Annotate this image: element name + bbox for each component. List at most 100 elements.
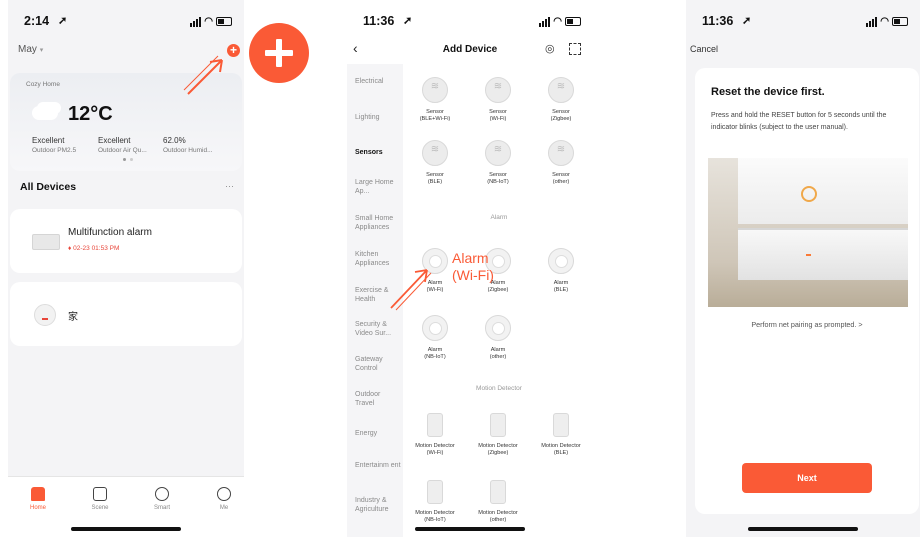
- tab-scene[interactable]: Scene: [80, 487, 120, 511]
- device-label: Sensor: [426, 172, 444, 178]
- device-label: Motion Detector: [541, 443, 581, 449]
- category-sensors[interactable]: Sensors: [355, 148, 401, 157]
- plus-vertical: [276, 39, 282, 67]
- status-bar: 2:14 ➚ ◠: [8, 14, 244, 34]
- weather-home-name: Cozy Home: [26, 81, 60, 88]
- device-sensor-ble-wifi[interactable]: Sensor(BLE+Wi-Fi): [406, 77, 464, 123]
- category-small-home-appliances[interactable]: Small Home Appliances: [355, 214, 401, 232]
- device-label: Motion Detector: [415, 443, 455, 449]
- device-label: Alarm: [553, 280, 569, 286]
- me-icon: [217, 487, 231, 501]
- page-title: Add Device: [442, 44, 498, 55]
- sensor-icon: [422, 140, 448, 166]
- device-motion-zigbee[interactable]: Motion Detector (Zigbee): [469, 413, 527, 457]
- enlarged-add-icon: [249, 23, 309, 83]
- page-title: Reset the device first.: [711, 86, 825, 98]
- more-options-button[interactable]: ···: [225, 181, 234, 191]
- annotation-arrow-1: [183, 55, 223, 95]
- device-sublabel: (Zigbee): [487, 287, 509, 293]
- device-label: Motion Detector: [478, 510, 518, 516]
- page-dot-active: [123, 158, 126, 161]
- device-sublabel: (BLE+Wi-Fi): [419, 116, 451, 122]
- indicator-light-icon: [806, 254, 811, 256]
- signal-icon: [190, 16, 202, 27]
- tab-me[interactable]: Me: [204, 487, 244, 511]
- status-bar: 11:36 ➚ ◠: [347, 14, 593, 34]
- section-header-motion-detector: Motion Detector: [476, 385, 522, 392]
- device-sublabel: (NB-IoT): [487, 179, 509, 185]
- device-motion-other[interactable]: Motion Detector (other): [469, 480, 527, 524]
- device-sensor-nbiot[interactable]: Sensor(NB-IoT): [469, 140, 527, 186]
- scene-icon: [93, 487, 107, 501]
- category-security-video[interactable]: Security & Video Sur...: [355, 320, 401, 338]
- location-arrow-icon: ➚: [403, 15, 413, 27]
- category-energy[interactable]: Energy: [355, 429, 401, 438]
- tab-me-label: Me: [219, 505, 229, 511]
- wifi-icon: ◠: [880, 16, 889, 27]
- sensor-icon: [548, 77, 574, 103]
- smart-icon: [155, 487, 169, 501]
- battery-icon: [565, 17, 581, 26]
- phone-reset-device-screen: 11:36 ➚ ◠ Cancel Reset the device first.…: [686, 0, 920, 537]
- category-outdoor-travel[interactable]: Outdoor Travel: [355, 390, 401, 408]
- tab-scene-label: Scene: [91, 505, 109, 511]
- home-icon: [31, 487, 45, 501]
- signal-icon: [539, 16, 551, 27]
- qr-scan-icon[interactable]: [569, 43, 581, 55]
- location-arrow-icon: ➚: [742, 15, 752, 27]
- device-label: Alarm: [427, 347, 443, 353]
- device-motion-ble[interactable]: Motion Detector (BLE): [532, 413, 590, 457]
- device-label: Sensor: [552, 172, 570, 178]
- home-selector-label: May: [18, 44, 37, 55]
- device-motion-nbiot[interactable]: Motion Detector (NB-IoT): [406, 480, 464, 524]
- device-sensor-wifi[interactable]: Sensor(Wi-Fi): [469, 77, 527, 123]
- category-lighting[interactable]: Lighting: [355, 113, 401, 122]
- battery-icon: [216, 17, 232, 26]
- location-arrow-icon: ➚: [58, 15, 68, 27]
- motion-detector-icon: [553, 413, 569, 437]
- category-gateway-control[interactable]: Gateway Control: [355, 355, 401, 373]
- scan-nearby-icon[interactable]: ◎: [545, 42, 555, 55]
- sensor-icon: [422, 77, 448, 103]
- net-pairing-link[interactable]: Perform net pairing as prompted. >: [695, 320, 919, 329]
- device-motion-wifi[interactable]: Motion Detector (Wi-Fi): [406, 413, 464, 457]
- alert-icon: ♦: [68, 245, 72, 252]
- section-header-alarm: Alarm: [490, 214, 508, 221]
- category-large-home-appliances[interactable]: Large Home Ap...: [355, 178, 401, 196]
- sensor-icon: [485, 140, 511, 166]
- cancel-button[interactable]: Cancel: [690, 44, 718, 54]
- next-button[interactable]: Next: [742, 463, 872, 493]
- category-entertainment[interactable]: Entertainm ent: [355, 461, 401, 470]
- category-industry-agriculture[interactable]: Industry & Agriculture: [355, 496, 401, 514]
- device-sublabel: (BLE): [427, 179, 443, 185]
- home-indicator: [748, 527, 858, 531]
- device-alarm-other[interactable]: Alarm (other): [469, 315, 527, 361]
- device-sensor-ble[interactable]: Sensor(BLE): [406, 140, 464, 186]
- motion-detector-icon: [427, 480, 443, 504]
- sensor-icon: [485, 77, 511, 103]
- status-time: 11:36: [363, 14, 395, 28]
- device-card-multifunction-alarm[interactable]: Multifunction alarm ♦ 02-23 01:53 PM: [10, 209, 242, 273]
- device-sublabel: (other): [489, 354, 507, 360]
- category-electrical[interactable]: Electrical: [355, 77, 401, 86]
- tab-smart[interactable]: Smart: [142, 487, 182, 511]
- device-sensor-other[interactable]: Sensor(other): [532, 140, 590, 186]
- device-label: Motion Detector: [478, 443, 518, 449]
- device-alarm-nbiot[interactable]: Alarm (NB-IoT): [406, 315, 464, 361]
- device-card-home[interactable]: 家: [10, 282, 242, 346]
- phone-add-device-screen: 11:36 ➚ ◠ ‹ Add Device ◎ Electrical Ligh…: [347, 0, 593, 537]
- reset-instructions-card: Reset the device first. Press and hold t…: [695, 68, 919, 514]
- callout-line-1: Alarm: [452, 250, 489, 266]
- tab-home[interactable]: Home: [18, 487, 58, 511]
- reset-instructions: Press and hold the RESET button for 5 se…: [711, 112, 887, 131]
- annotation-callout: Alarm (Wi-Fi): [452, 250, 494, 284]
- device-alarm-ble[interactable]: Alarm (BLE): [532, 248, 590, 294]
- device-name: Multifunction alarm: [68, 227, 152, 238]
- device-sensor-zigbee[interactable]: Sensor(Zigbee): [532, 77, 590, 123]
- section-title: All Devices: [20, 181, 77, 193]
- home-selector[interactable]: May ▾: [18, 44, 43, 55]
- metric-pm25-label: Outdoor PM2.5: [32, 147, 77, 154]
- signal-icon: [866, 16, 878, 27]
- annotation-arrow-2: [390, 269, 432, 311]
- status-time: 2:14: [24, 14, 50, 28]
